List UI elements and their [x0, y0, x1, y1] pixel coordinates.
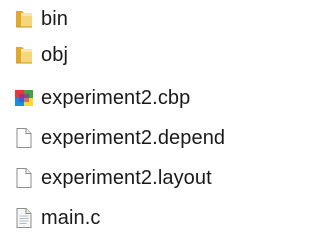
file-item-obj[interactable]: obj [0, 37, 293, 73]
file-name: experiment2.depend [41, 126, 226, 149]
file-item-bin[interactable]: bin [0, 1, 293, 37]
file-name: obj [41, 43, 68, 66]
file-item-experiment2-layout[interactable]: experiment2.layout [0, 160, 293, 196]
file-list: bin obj experiment2.cbp experiment2.depe… [0, 0, 293, 250]
file-item-main-c[interactable]: main.c [0, 200, 293, 236]
folder-icon [13, 44, 35, 66]
c-source-file-icon [13, 207, 35, 229]
blank-file-icon [13, 167, 35, 189]
file-name: bin [41, 7, 68, 30]
codeblocks-project-icon [13, 87, 35, 109]
folder-icon [13, 8, 35, 30]
file-item-experiment2-depend[interactable]: experiment2.depend [0, 120, 293, 156]
file-name: experiment2.cbp [41, 86, 191, 109]
file-item-experiment2-cbp[interactable]: experiment2.cbp [0, 80, 293, 116]
blank-file-icon [13, 127, 35, 149]
file-name: experiment2.layout [41, 166, 212, 189]
file-name: main.c [41, 206, 101, 229]
